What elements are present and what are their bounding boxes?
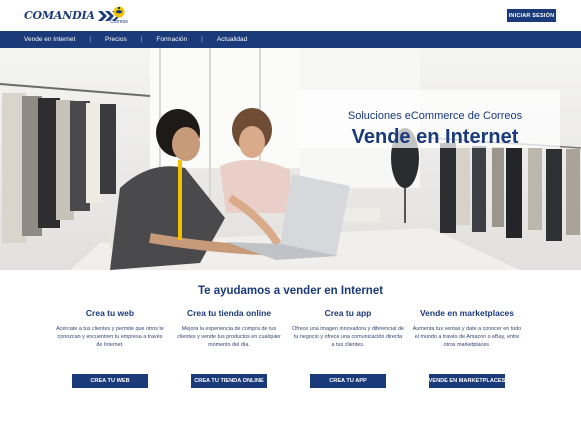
correos-label: Correos (110, 19, 128, 25)
crea-tu-tienda-online-button[interactable]: CREA TU TIENDA ONLINE (191, 374, 267, 388)
card-title: Vende en marketplaces (419, 308, 515, 318)
service-card-marketplaces: Vende en marketplaces Aumenta tus ventas… (411, 308, 523, 388)
hero-title: Vende en Internet (351, 126, 519, 148)
comandia-logo[interactable]: COMANDIA (24, 9, 120, 22)
nav-separator: | (89, 36, 92, 43)
section-title: Te ayudamos a vender en Internet (197, 285, 384, 297)
crea-tu-web-button[interactable]: CREA TU WEB (72, 374, 148, 388)
card-title: Crea tu tienda online (186, 308, 272, 318)
card-description: Ofrece una imagen innovadora y diferenci… (292, 326, 404, 348)
nav-item-formacion[interactable]: Formación (156, 36, 187, 43)
top-header: COMANDIA Correos INICIAR SESIÓN (0, 0, 581, 31)
hero-photo (0, 48, 581, 270)
card-title: Crea tu web (85, 308, 135, 318)
service-card-app: Crea tu app Ofrece una imagen innovadora… (292, 308, 404, 388)
nav-item-vende-en-internet[interactable]: Vende en Internet (24, 36, 75, 43)
nav-item-actualidad[interactable]: Actualidad (217, 36, 247, 43)
vende-en-marketplaces-button[interactable]: VENDE EN MARKETPLACES (429, 374, 505, 388)
card-title: Crea tu app (324, 308, 372, 318)
nav-item-precios[interactable]: Precios (105, 36, 127, 43)
hero-banner: Soluciones eCommerce de Correos Vende en… (0, 48, 581, 270)
logo-text: COMANDIA (24, 9, 95, 22)
correos-logo[interactable]: Correos (108, 6, 130, 26)
card-description: Aumenta tus ventas y date a conocer en t… (412, 326, 522, 348)
hero-subtitle: Soluciones eCommerce de Correos (347, 110, 523, 122)
nav-separator: | (201, 36, 203, 43)
crea-tu-app-button[interactable]: CREA TU APP (310, 374, 386, 388)
nav-separator: | (140, 36, 143, 43)
service-card-web: Crea tu web Acércate a tus clientes y pe… (54, 308, 166, 388)
service-card-tienda: Crea tu tienda online Mejora la experien… (173, 308, 285, 388)
login-button[interactable]: INICIAR SESIÓN (507, 9, 556, 22)
card-description: Mejora la experiencia de compra de tus c… (177, 326, 281, 348)
card-description: Acércate a tus clientes y permite que ot… (56, 326, 164, 348)
posthorn-icon (113, 6, 125, 18)
main-nav: Vende en Internet | Precios | Formación … (0, 31, 581, 48)
